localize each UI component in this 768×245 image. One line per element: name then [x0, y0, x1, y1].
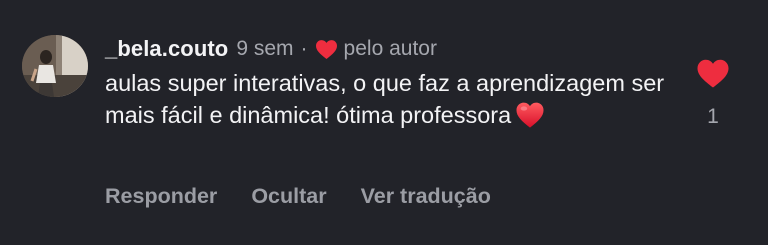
liked-by-author-label: pelo autor: [343, 37, 437, 60]
avatar-photo-icon: [22, 35, 88, 97]
comment-actions: Responder Ocultar Ver tradução: [105, 181, 525, 211]
comment-time: 9 sem: [236, 37, 294, 60]
reply-button[interactable]: Responder: [105, 184, 217, 209]
avatar[interactable]: [22, 35, 88, 97]
comment-meta: _bela.couto 9 sem · pelo autor: [105, 34, 675, 64]
translate-button[interactable]: Ver tradução: [361, 184, 491, 209]
heart-icon: [315, 39, 337, 59]
comment-text-content: aulas super interativas, o que faz a apr…: [105, 70, 665, 128]
like-button[interactable]: [696, 58, 730, 89]
hide-button[interactable]: Ocultar: [251, 184, 326, 209]
meta-separator: ·: [300, 37, 308, 60]
heart-icon: [697, 59, 729, 88]
like-count: 1: [707, 105, 719, 128]
comment-body: _bela.couto 9 sem · pelo autor aulas sup…: [105, 34, 675, 131]
comment-item: _bela.couto 9 sem · pelo autor aulas sup…: [0, 0, 768, 245]
red-heart-emoji-icon: [516, 102, 544, 128]
like-control: 1: [690, 58, 736, 129]
username[interactable]: _bela.couto: [105, 36, 228, 62]
comment-text: aulas super interativas, o que faz a apr…: [105, 67, 675, 131]
